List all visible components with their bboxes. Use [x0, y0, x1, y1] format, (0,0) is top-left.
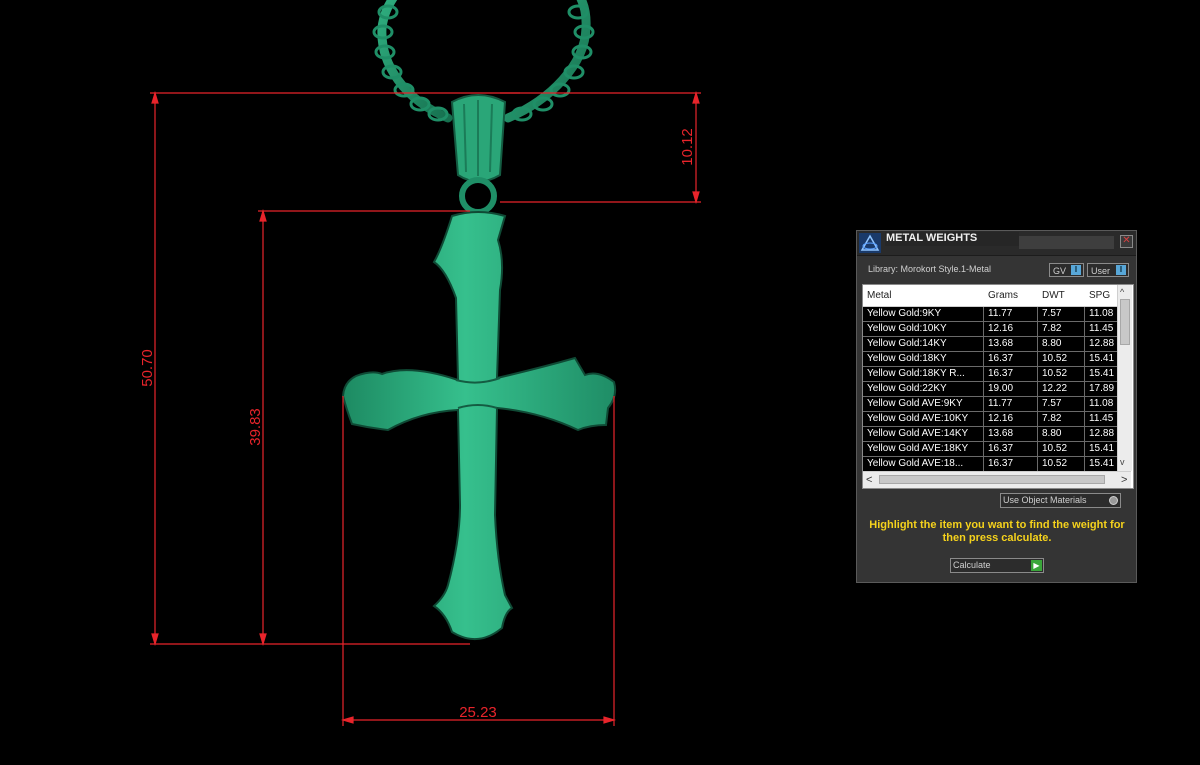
- cell-dwt: 12.22: [1038, 382, 1085, 397]
- cell-grams: 16.37: [984, 442, 1038, 457]
- calculate-label: Calculate: [953, 560, 991, 570]
- column-header-grams[interactable]: Grams: [988, 290, 1018, 301]
- cell-dwt: 7.57: [1038, 307, 1085, 322]
- horizontal-scrollbar[interactable]: < >: [863, 471, 1131, 488]
- app-logo-icon: [859, 233, 881, 253]
- use-object-materials-toggle[interactable]: Use Object Materials: [1000, 493, 1121, 508]
- cell-metal: Yellow Gold AVE:10KY: [863, 412, 984, 427]
- cell-dwt: 7.82: [1038, 412, 1085, 427]
- cell-dwt: 7.82: [1038, 322, 1085, 337]
- cell-metal: Yellow Gold:18KY: [863, 352, 984, 367]
- table-row[interactable]: Yellow Gold:10KY 12.16 7.82 11.45: [863, 322, 1117, 337]
- vertical-scroll-thumb[interactable]: [1120, 299, 1130, 345]
- close-button[interactable]: ✕: [1120, 235, 1133, 248]
- cell-dwt: 10.52: [1038, 457, 1085, 472]
- horizontal-scroll-thumb[interactable]: [879, 475, 1105, 484]
- table-row[interactable]: Yellow Gold:22KY 19.00 12.22 17.89: [863, 382, 1117, 397]
- cell-dwt: 7.57: [1038, 397, 1085, 412]
- radio-knob-icon: [1109, 496, 1118, 505]
- cell-metal: Yellow Gold AVE:9KY: [863, 397, 984, 412]
- cell-grams: 11.77: [984, 307, 1038, 322]
- table-row[interactable]: Yellow Gold AVE:18KY 16.37 10.52 15.41: [863, 442, 1117, 457]
- table-row[interactable]: Yellow Gold:18KY R... 16.37 10.52 15.41: [863, 367, 1117, 382]
- cell-grams: 19.00: [984, 382, 1038, 397]
- panel-title: METAL WEIGHTS: [885, 232, 1019, 246]
- scroll-right-icon[interactable]: >: [1121, 474, 1127, 486]
- cell-dwt: 8.80: [1038, 427, 1085, 442]
- table-row[interactable]: Yellow Gold:14KY 13.68 8.80 12.88: [863, 337, 1117, 352]
- toggle-indicator-icon: I: [1071, 265, 1081, 275]
- cell-metal: Yellow Gold:10KY: [863, 322, 984, 337]
- instruction-text: Highlight the item you want to find the …: [869, 519, 1125, 544]
- cell-grams: 16.37: [984, 367, 1038, 382]
- column-header-dwt[interactable]: DWT: [1042, 290, 1065, 301]
- cell-metal: Yellow Gold:22KY: [863, 382, 984, 397]
- column-header-metal[interactable]: Metal: [867, 290, 891, 301]
- scroll-down-icon[interactable]: v: [1120, 457, 1125, 467]
- cell-metal: Yellow Gold AVE:14KY: [863, 427, 984, 442]
- dimension-cross-width: 25.23: [459, 704, 497, 721]
- vertical-scrollbar[interactable]: ^ v: [1117, 285, 1132, 471]
- cell-dwt: 10.52: [1038, 367, 1085, 382]
- metal-weights-panel: METAL WEIGHTS ✕ Library: Morokort Style.…: [856, 230, 1137, 583]
- dimension-overall-height: 50.70: [139, 349, 156, 387]
- table-row[interactable]: Yellow Gold AVE:9KY 11.77 7.57 11.08: [863, 397, 1117, 412]
- metal-table[interactable]: Metal Grams DWT SPG Yellow Gold:9KY 11.77…: [862, 284, 1134, 489]
- scroll-left-icon[interactable]: <: [866, 474, 872, 486]
- cell-grams: 13.68: [984, 337, 1038, 352]
- scroll-up-icon[interactable]: ^: [1120, 287, 1124, 297]
- cell-metal: Yellow Gold AVE:18...: [863, 457, 984, 472]
- user-toggle[interactable]: User I: [1087, 263, 1129, 277]
- column-header-spg[interactable]: SPG: [1089, 290, 1110, 301]
- cell-metal: Yellow Gold:14KY: [863, 337, 984, 352]
- calculate-button[interactable]: Calculate ▶: [950, 558, 1044, 573]
- table-header: Metal Grams DWT SPG: [863, 285, 1117, 307]
- cross-pendant: [341, 211, 617, 640]
- cell-dwt: 10.52: [1038, 442, 1085, 457]
- cell-dwt: 8.80: [1038, 337, 1085, 352]
- cell-grams: 16.37: [984, 457, 1038, 472]
- cell-grams: 16.37: [984, 352, 1038, 367]
- table-row[interactable]: Yellow Gold AVE:18... 16.37 10.52 15.41: [863, 457, 1117, 472]
- user-toggle-label: User: [1091, 266, 1111, 276]
- bail: [450, 94, 507, 215]
- toggle-indicator-icon: I: [1116, 265, 1126, 275]
- table-row[interactable]: Yellow Gold:9KY 11.77 7.57 11.08: [863, 307, 1117, 322]
- cell-grams: 12.16: [984, 322, 1038, 337]
- cell-metal: Yellow Gold:18KY R...: [863, 367, 984, 382]
- cell-grams: 11.77: [984, 397, 1038, 412]
- cell-grams: 13.68: [984, 427, 1038, 442]
- cell-grams: 12.16: [984, 412, 1038, 427]
- cell-dwt: 10.52: [1038, 352, 1085, 367]
- play-arrow-icon: ▶: [1031, 560, 1042, 571]
- table-row[interactable]: Yellow Gold:18KY 16.37 10.52 15.41: [863, 352, 1117, 367]
- panel-titlebar[interactable]: METAL WEIGHTS ✕: [857, 231, 1136, 256]
- library-label: Library: Morokort Style.1-Metal: [868, 264, 992, 274]
- dimension-cross-height: 39.83: [247, 408, 264, 446]
- table-row[interactable]: Yellow Gold AVE:14KY 13.68 8.80 12.88: [863, 427, 1117, 442]
- gv-toggle-label: GV: [1053, 266, 1067, 276]
- gv-toggle[interactable]: GV I: [1049, 263, 1084, 277]
- title-strip: [1019, 236, 1114, 249]
- dimension-bail-height: 10.12: [679, 128, 696, 166]
- table-row[interactable]: Yellow Gold AVE:10KY 12.16 7.82 11.45: [863, 412, 1117, 427]
- use-object-materials-label: Use Object Materials: [1003, 495, 1087, 505]
- cell-metal: Yellow Gold AVE:18KY: [863, 442, 984, 457]
- cell-metal: Yellow Gold:9KY: [863, 307, 984, 322]
